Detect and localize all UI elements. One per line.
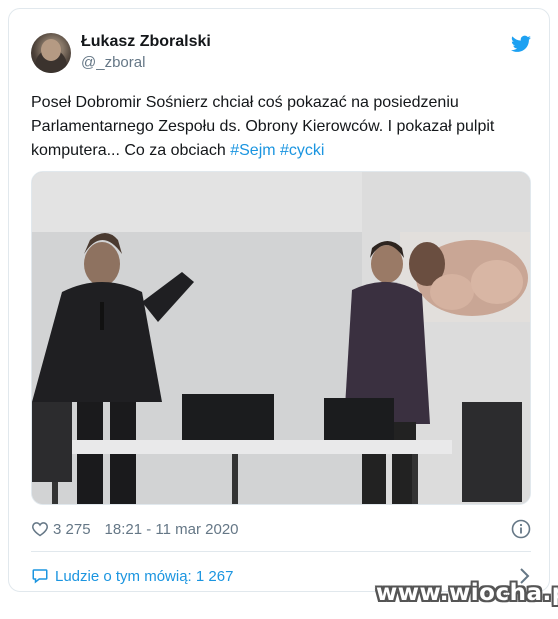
heart-icon[interactable] <box>31 521 49 537</box>
tweet-photo[interactable] <box>31 171 531 505</box>
tweet-meta: 3 275 18:21 - 11 mar 2020 <box>31 517 531 541</box>
speech-bubble-icon <box>32 569 48 584</box>
author-name[interactable]: Łukasz Zboralski <box>81 33 211 51</box>
author-avatar[interactable] <box>31 33 71 73</box>
tweet-text: Poseł Dobromir Sośnierz chciał coś pokaz… <box>31 91 531 163</box>
photo-scene <box>32 172 530 504</box>
twitter-bird-icon[interactable] <box>511 35 531 53</box>
site-watermark: www.wiocha.pl <box>376 580 558 606</box>
info-icon[interactable] <box>511 519 531 539</box>
author-handle[interactable]: @_zboral <box>81 54 145 71</box>
tweet-timestamp[interactable]: 18:21 - 11 mar 2020 <box>105 521 239 538</box>
hashtag-cycki[interactable]: #cycki <box>280 142 324 159</box>
people-talking-label[interactable]: Ludzie o tym mówią: 1 267 <box>55 568 233 585</box>
divider <box>31 551 531 552</box>
tweet-card[interactable]: Łukasz Zboralski @_zboral Poseł Dobromir… <box>8 8 550 592</box>
hashtag-sejm[interactable]: #Sejm <box>230 142 275 159</box>
like-count[interactable]: 3 275 <box>53 521 91 538</box>
